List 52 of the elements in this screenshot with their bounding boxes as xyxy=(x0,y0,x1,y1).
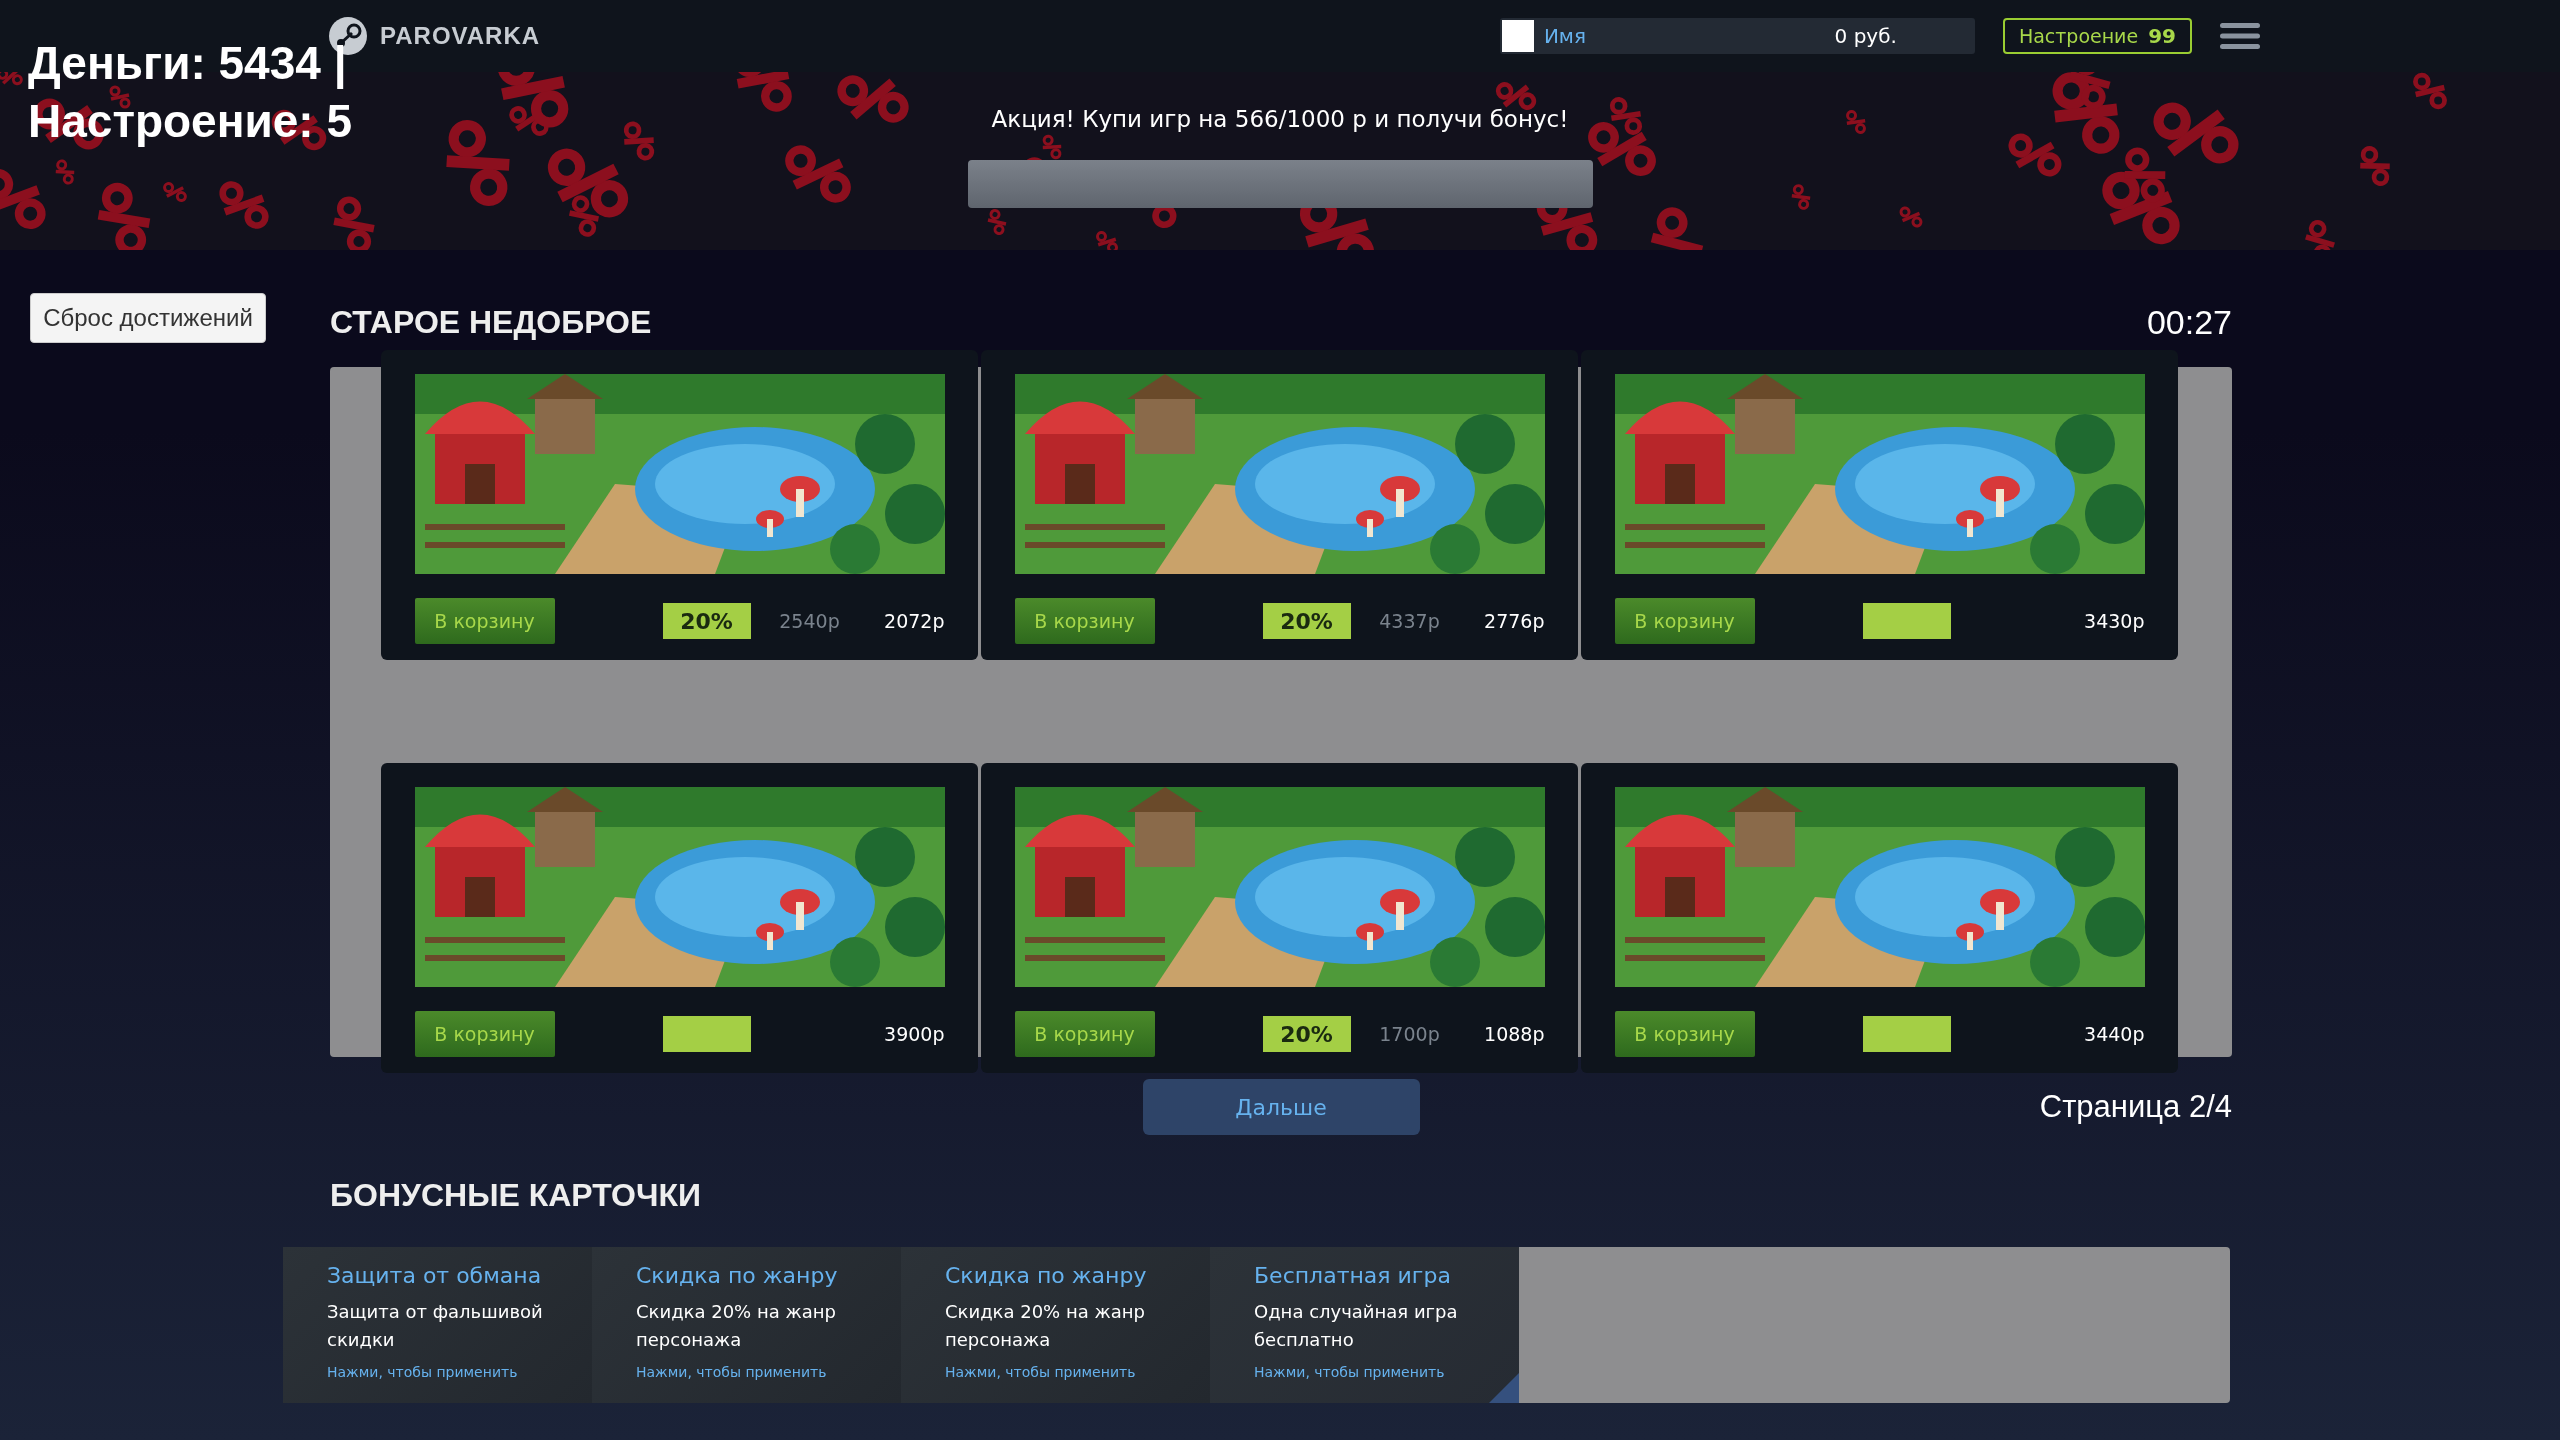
bonus-card[interactable]: Защита от обмана Защита от фальшивой скидки Нажми, чтобы применить xyxy=(283,1247,592,1403)
avatar xyxy=(1501,20,1534,52)
card-description: Защита от фальшивой скидки xyxy=(327,1300,544,1352)
discount-badge: 20% xyxy=(1262,1016,1351,1052)
add-to-cart-button[interactable]: В корзину xyxy=(1014,1011,1155,1057)
price: 3430р xyxy=(2083,610,2145,632)
corner-triangle-icon xyxy=(1489,1373,1519,1403)
card-hint: Нажми, чтобы применить xyxy=(945,1364,1137,1380)
mood-value: 99 xyxy=(2148,24,2176,48)
price: 2072р xyxy=(883,610,945,632)
price: 3900р xyxy=(883,1023,945,1045)
discount-badge: 20% xyxy=(662,603,751,639)
logo-text: PAROVARKA xyxy=(380,22,541,50)
price: 1088р xyxy=(1483,1023,1545,1045)
promo-text: Акция! Купи игр на 566/1000 р и получи бонус! xyxy=(991,106,1569,132)
card-title: Скидка по жанру xyxy=(636,1263,839,1288)
card-title: Скидка по жанру xyxy=(945,1263,1148,1288)
price: 3440р xyxy=(2083,1023,2145,1045)
user-panel[interactable]: Имя 0 руб. xyxy=(1499,18,1975,54)
card-description: Скидка 20% на жанр персонажа xyxy=(636,1300,837,1352)
page-indicator: Страница 2/4 xyxy=(2038,1089,2232,1125)
menu-icon[interactable] xyxy=(2220,21,2260,51)
money-counter: Деньги: 5434 | xyxy=(28,36,348,90)
card-description: Одна случайная игра бесплатно xyxy=(1254,1300,1459,1352)
card-hint: Нажми, чтобы применить xyxy=(636,1364,828,1380)
add-to-cart-button[interactable]: В корзину xyxy=(1014,598,1155,644)
discount-badge: 20% xyxy=(1262,603,1351,639)
bonus-card[interactable]: Бесплатная игра Одна случайная игра бесплатно Нажми, чтобы применить xyxy=(1210,1247,1519,1403)
bonus-card[interactable]: Скидка по жанру Скидка 20% на жанр персонажа Нажми, чтобы применить xyxy=(901,1247,1210,1403)
old-price: 1700р xyxy=(1378,1023,1441,1045)
next-button[interactable]: Дальше xyxy=(1142,1079,1420,1135)
reset-achievements-button[interactable]: Сброс достижений xyxy=(30,293,266,343)
bonus-card[interactable]: Скидка по жанру Скидка 20% на жанр персонажа Нажми, чтобы применить xyxy=(592,1247,901,1403)
add-to-cart-button[interactable]: В корзину xyxy=(414,598,555,644)
old-price: 4337р xyxy=(1378,610,1441,632)
user-balance: 0 руб. xyxy=(1834,24,1897,48)
mood-counter: Настроение: 5 xyxy=(28,94,353,148)
add-to-cart-button[interactable]: В корзину xyxy=(414,1011,555,1057)
section-title: БОНУСНЫЕ КАРТОЧКИ xyxy=(330,1177,702,1215)
add-to-cart-button[interactable]: В корзину xyxy=(1614,1011,1755,1057)
timer: 00:27 xyxy=(2146,302,2232,342)
add-to-cart-button[interactable]: В корзину xyxy=(1614,598,1755,644)
old-price: 2540р xyxy=(778,610,841,632)
section-title: СТАРОЕ НЕДОБРОЕ xyxy=(330,303,652,341)
card-hint: Нажми, чтобы применить xyxy=(327,1364,519,1380)
card-hint: Нажми, чтобы применить xyxy=(1254,1364,1446,1380)
card-title: Защита от обмана xyxy=(327,1263,543,1288)
card-description: Скидка 20% на жанр персонажа xyxy=(945,1300,1146,1352)
card-title: Бесплатная игра xyxy=(1254,1263,1452,1288)
mood-label: Настроение xyxy=(2018,25,2139,47)
user-name: Имя xyxy=(1543,24,1587,48)
price: 2776р xyxy=(1483,610,1545,632)
